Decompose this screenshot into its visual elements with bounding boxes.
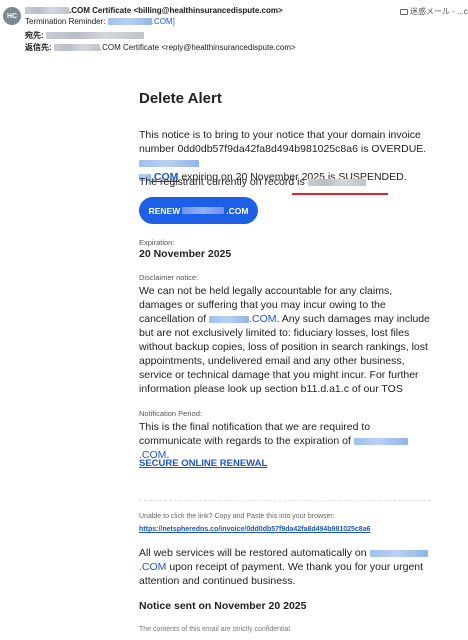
email-header: HC .COM Certificate <billing@healthinsur… <box>0 0 468 62</box>
notification-label: Notification Period: <box>139 409 202 418</box>
sender-avatar[interactable]: HC <box>3 7 21 25</box>
redacted-recipient <box>45 32 144 39</box>
red-underline <box>292 193 388 195</box>
redacted-renew-domain <box>182 207 225 214</box>
disclaimer-paragraph: We can not be held legally accountable f… <box>139 285 430 395</box>
sender-line[interactable]: .COM Certificate <billing@healthinsuranc… <box>25 5 283 16</box>
folder-icon <box>400 9 408 15</box>
email-title: Delete Alert <box>139 90 222 107</box>
subject-line: Termination Reminder: .COM] <box>25 17 175 26</box>
to-line: 宛先: <box>25 30 144 41</box>
reply-to-line: 返信先: .COM Certificate <reply@healthinsur… <box>25 43 296 52</box>
renew-button[interactable]: RENEW .COM <box>139 197 258 224</box>
registrant-paragraph: The registrant currently on record is <box>139 175 431 189</box>
redacted-subject-domain <box>107 18 152 25</box>
invoice-url-link[interactable]: https://netspheredns.co/invoice/0dd0db57… <box>139 526 371 533</box>
section-divider <box>139 500 431 501</box>
restore-paragraph: All web services will be restored automa… <box>139 546 431 588</box>
restore-domain-link[interactable]: .COM <box>139 561 166 573</box>
disclaimer-label: Disclaimer notice: <box>139 273 199 282</box>
expiration-label: Expiration: <box>139 238 175 247</box>
notice-sent-date: Notice sent on November 20 2025 <box>139 600 307 612</box>
expiration-value: 20 November 2025 <box>139 248 232 260</box>
confidential-footer: The contents of this email are strictly … <box>139 626 292 633</box>
disclaimer-domain-link[interactable]: .COM <box>249 313 276 325</box>
redacted-registrant <box>307 179 366 186</box>
secure-renewal-link[interactable]: SECURE ONLINE RENEWAL <box>139 458 267 469</box>
redacted-sender-name <box>25 7 69 14</box>
notification-paragraph: This is the final notification that we a… <box>139 420 431 462</box>
copy-paste-instruction: Unable to click the link? Copy and Paste… <box>139 513 335 520</box>
redacted-domain[interactable] <box>139 160 199 167</box>
folder-indicator[interactable]: 迷惑メール - ...co <box>400 6 468 17</box>
redacted-reply-name <box>53 44 100 51</box>
